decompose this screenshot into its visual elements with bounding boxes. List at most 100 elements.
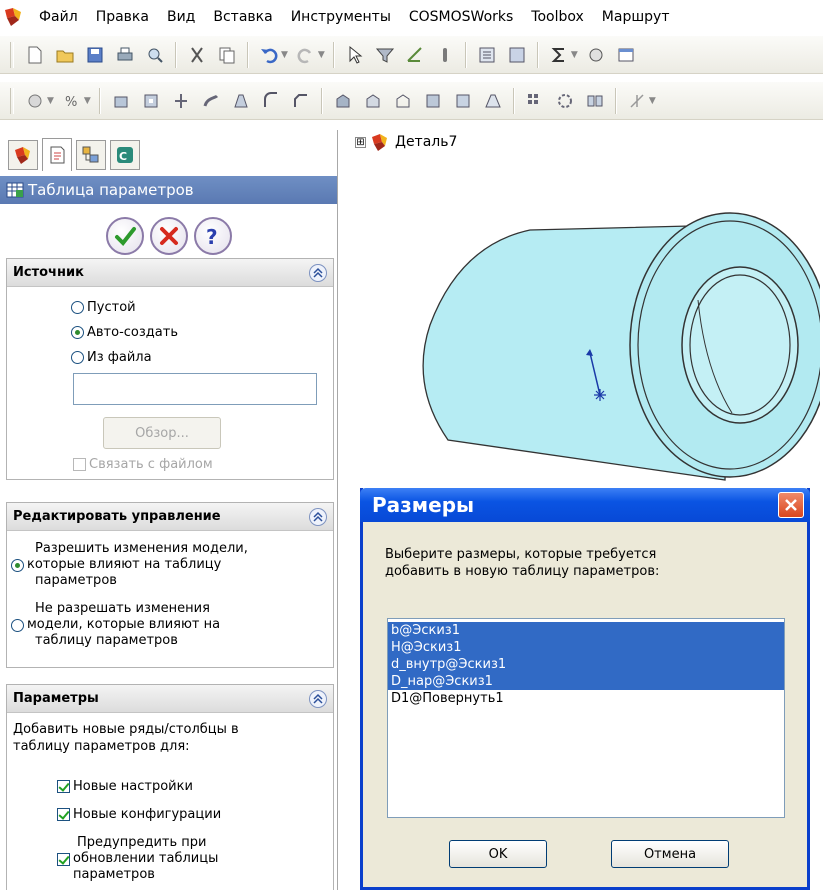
collapse-icon[interactable] [309,263,327,282]
parameters-group-header[interactable]: Параметры [7,685,333,713]
list-item[interactable]: D1@Повернуть1 [388,690,784,707]
link-to-file-checkbox[interactable]: Связать с файлом [73,457,213,472]
revolve-icon[interactable] [169,89,193,113]
menu-edit[interactable]: Правка [87,0,158,34]
feature-tree-root[interactable]: ⊞ Деталь7 [355,132,457,152]
zoom-fit-icon[interactable] [451,89,475,113]
fillet-icon[interactable] [259,89,283,113]
configuration-manager-icon [82,146,99,163]
source-group-header[interactable]: Источник [7,259,333,287]
radio-allow-changes[interactable]: Разрешить изменения модели, которые влия… [11,541,248,589]
checkbox[interactable] [57,808,70,821]
menu-tools[interactable]: Инструменты [282,0,400,34]
print-icon[interactable] [113,43,137,67]
checkbox[interactable] [57,780,70,793]
file-path-input[interactable] [73,373,317,405]
tab-cosmosworks-manager[interactable]: C [110,140,140,170]
redo-icon[interactable] [294,43,318,67]
warn-on-update-checkbox[interactable]: Предупредить при обновлении таблицы пара… [57,835,218,883]
undo-dropdown-icon[interactable]: ▼ [281,50,288,60]
sweep-icon[interactable] [199,89,223,113]
print-preview-icon[interactable] [143,43,167,67]
toolbar-grip[interactable] [10,41,14,68]
radio-button[interactable] [71,351,84,364]
menu-insert[interactable]: Вставка [204,0,281,34]
menu-file[interactable]: Файл [30,0,87,34]
circular-pattern-icon[interactable] [553,89,577,113]
list-item[interactable]: d_внутр@Эскиз1 [388,656,784,673]
tab-feature-manager[interactable] [8,140,38,170]
sketch-icon[interactable] [403,43,427,67]
radio-empty[interactable]: Пустой [71,295,178,320]
dialog-titlebar[interactable]: Размеры [360,488,810,522]
options-icon[interactable] [475,43,499,67]
cut-icon[interactable] [185,43,209,67]
new-settings-checkbox[interactable]: Новые настройки [57,779,193,794]
rebuild-icon[interactable] [433,43,457,67]
shaded-icon[interactable] [331,89,355,113]
extrude-cut-icon[interactable] [139,89,163,113]
list-item[interactable]: H@Эскиз1 [388,639,784,656]
dialog-cancel-button[interactable]: Отмена [611,840,729,868]
checkbox[interactable] [57,852,70,866]
radio-from-file[interactable]: Из файла [71,345,178,370]
radio-button[interactable] [71,301,84,314]
mirror-icon[interactable] [583,89,607,113]
browse-button[interactable]: Обзор... [103,417,221,449]
reference-geometry-dropdown-icon[interactable]: ▼ [649,96,656,106]
copy-icon[interactable] [215,43,239,67]
expand-toggle-icon[interactable]: ⊞ [355,136,366,148]
window-icon[interactable] [614,43,638,67]
wireframe-icon[interactable] [391,89,415,113]
dialog-ok-button[interactable]: OK [449,840,547,868]
checkbox[interactable] [73,458,86,471]
radio-deny-changes[interactable]: Не разрешать изменения модели, которые в… [11,601,220,649]
radio-auto-create[interactable]: Авто-создать [71,320,178,345]
part-model-view[interactable] [380,205,820,495]
radio-button[interactable] [11,618,24,632]
macro-icon[interactable] [584,43,608,67]
perspective-icon[interactable] [481,89,505,113]
pattern-icon[interactable] [523,89,547,113]
cancel-button[interactable] [149,217,188,255]
radio-button[interactable] [71,326,84,339]
filter-icon[interactable] [373,43,397,67]
help-button[interactable]: ? [193,217,232,255]
tab-property-manager[interactable] [42,138,72,171]
edit-control-group-header[interactable]: Редактировать управление [7,503,333,531]
collapse-icon[interactable] [309,507,327,526]
menu-view[interactable]: Вид [158,0,204,34]
menu-routing[interactable]: Маршрут [593,0,679,34]
menu-cosmosworks[interactable]: COSMOSWorks [400,0,522,34]
section-view-icon[interactable] [421,89,445,113]
redo-dropdown-icon[interactable]: ▼ [318,50,325,60]
hidden-lines-icon[interactable] [361,89,385,113]
view-orientation-dropdown-icon[interactable]: ▼ [47,96,54,106]
percent-dropdown-icon[interactable]: ▼ [84,96,91,106]
sum-dropdown-icon[interactable]: ▼ [571,50,578,60]
loft-icon[interactable] [229,89,253,113]
ok-button[interactable] [105,217,144,255]
list-item[interactable]: b@Эскиз1 [388,622,784,639]
tab-configuration-manager[interactable] [76,140,106,170]
chamfer-icon[interactable] [289,89,313,113]
percent-icon[interactable]: % [60,89,84,113]
properties-icon[interactable] [505,43,529,67]
undo-icon[interactable] [257,43,281,67]
new-configurations-checkbox[interactable]: Новые конфигурации [57,807,221,822]
new-document-icon[interactable] [23,43,47,67]
extrude-boss-icon[interactable] [109,89,133,113]
dialog-close-button[interactable] [778,492,804,518]
sum-icon[interactable] [547,43,571,67]
toolbar-grip[interactable] [10,87,14,114]
reference-geometry-icon[interactable] [625,89,649,113]
open-folder-icon[interactable] [53,43,77,67]
collapse-icon[interactable] [309,689,327,708]
view-orientation-icon[interactable] [23,89,47,113]
dimensions-listbox[interactable]: b@Эскиз1 H@Эскиз1 d_внутр@Эскиз1 D_нар@Э… [387,618,785,818]
menu-toolbox[interactable]: Toolbox [522,0,593,34]
select-pointer-icon[interactable] [343,43,367,67]
save-icon[interactable] [83,43,107,67]
radio-button[interactable] [11,558,24,572]
list-item[interactable]: D_нар@Эскиз1 [388,673,784,690]
